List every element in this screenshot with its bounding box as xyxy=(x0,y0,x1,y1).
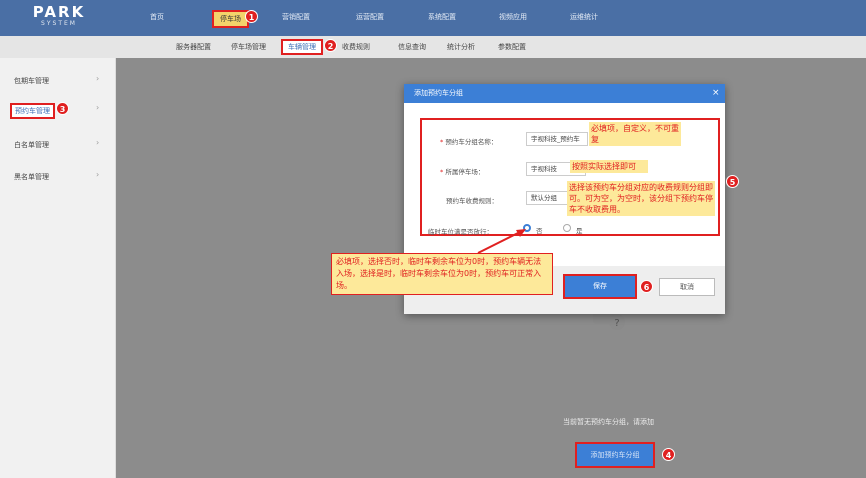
subnav-vehicle[interactable]: 车辆管理 xyxy=(281,39,323,55)
logo: PARK SYSTEM xyxy=(14,4,104,28)
group-name-label: * 预约车分组名称： xyxy=(440,138,498,146)
step-badge-3: 3 xyxy=(56,102,69,115)
chevron-right-icon: › xyxy=(96,170,100,179)
chevron-right-icon: › xyxy=(96,74,100,83)
close-icon[interactable]: × xyxy=(712,88,720,98)
nav-home[interactable]: 首页 xyxy=(150,12,164,22)
step-badge-6: 6 xyxy=(640,280,653,293)
sidebar xyxy=(0,58,116,478)
logo-sub: SYSTEM xyxy=(41,20,77,27)
radio-no-label: 否 xyxy=(536,227,543,235)
fee-rule-label: 预约车收费规则： xyxy=(446,197,498,205)
note-required: 必填项，自定义，不可重复 xyxy=(589,122,681,146)
sidebar-item-blacklist[interactable]: 黑名单管理 xyxy=(14,172,49,182)
park-label: * 所属停车场： xyxy=(440,168,485,176)
note-temp-release: 必填项，选择否时，临时车剩余车位为0时，预约车辆无法入场，选择是时，临时车剩余车… xyxy=(331,253,553,295)
sidebar-item-monthly[interactable]: 包期车管理 xyxy=(14,76,49,86)
sidebar-item-whitelist[interactable]: 白名单管理 xyxy=(14,140,49,150)
svg-text:?: ? xyxy=(614,318,619,329)
sidebar-item-reserved[interactable]: 预约车管理 xyxy=(10,103,55,119)
subnav-analysis[interactable]: 统计分析 xyxy=(447,42,475,52)
dialog-title: 添加预约车分组 xyxy=(404,84,725,103)
sub-nav-bar xyxy=(0,36,866,58)
save-button[interactable]: 保存 xyxy=(563,274,637,299)
subnav-params[interactable]: 参数配置 xyxy=(498,42,526,52)
chevron-right-icon: › xyxy=(96,103,100,112)
fee-rule-select[interactable]: 默认分组 xyxy=(526,191,572,205)
radio-yes[interactable] xyxy=(563,224,571,232)
nav-operation[interactable]: 运营配置 xyxy=(356,12,384,22)
subnav-server[interactable]: 服务器配置 xyxy=(176,42,211,52)
group-name-input[interactable]: 宇视科技_预约车 xyxy=(526,132,588,146)
arrow-icon xyxy=(477,229,526,254)
nav-parking[interactable]: 停车场 xyxy=(212,10,249,28)
nav-video[interactable]: 视频应用 xyxy=(499,12,527,22)
step-badge-2: 2 xyxy=(324,39,337,52)
add-group-button[interactable]: 添加预约车分组 xyxy=(575,442,655,468)
subnav-info[interactable]: 信息查询 xyxy=(398,42,426,52)
nav-system[interactable]: 系统配置 xyxy=(428,12,456,22)
step-badge-5: 5 xyxy=(726,175,739,188)
logo-main: PARK xyxy=(32,3,86,21)
step-badge-1: 1 xyxy=(245,10,258,23)
chevron-right-icon: › xyxy=(96,138,100,147)
cancel-button[interactable]: 取消 xyxy=(659,278,715,296)
note-park: 按照实际选择即可 xyxy=(570,160,648,173)
empty-state-text: 当前暂无预约车分组，请添加 xyxy=(563,418,654,426)
subnav-park-manage[interactable]: 停车场管理 xyxy=(231,42,266,52)
step-badge-4: 4 xyxy=(662,448,675,461)
nav-stats[interactable]: 运维统计 xyxy=(570,12,598,22)
note-rule: 选择该预约车分组对应的收费规则分组即可。可为空，为空时，该分组下预约车停车不收取… xyxy=(567,181,715,216)
nav-marketing[interactable]: 营销配置 xyxy=(282,12,310,22)
radio-yes-label: 是 xyxy=(576,227,583,235)
subnav-fee-rules[interactable]: 收费规则 xyxy=(342,42,370,52)
